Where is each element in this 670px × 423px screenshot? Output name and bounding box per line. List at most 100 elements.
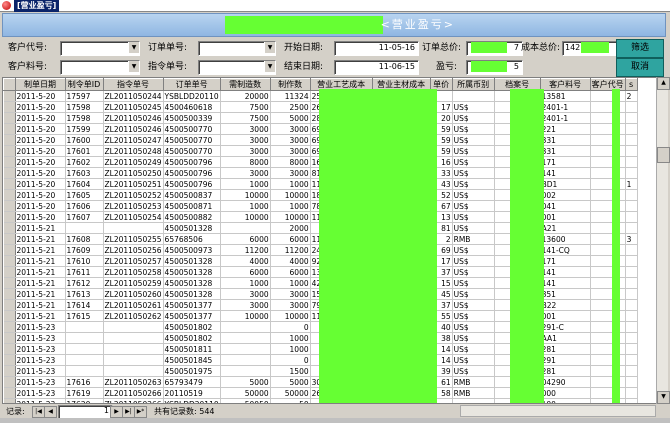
table-cell[interactable]: 4500501328	[163, 255, 221, 267]
table-cell[interactable]: US$	[452, 255, 495, 267]
table-cell[interactable]: US$	[452, 266, 495, 278]
table-cell[interactable]: 4500501377	[163, 299, 221, 311]
table-cell[interactable]	[625, 398, 638, 403]
table-cell[interactable]: ZL2011050255	[103, 233, 164, 245]
table-cell[interactable]: 17598	[65, 101, 104, 113]
table-cell[interactable]: 000	[540, 387, 591, 399]
table-cell[interactable]: 17613	[65, 288, 104, 300]
table-cell[interactable]: 331	[540, 134, 591, 146]
table-cell[interactable]: 8000	[220, 156, 271, 168]
table-cell[interactable]: RMB	[452, 233, 495, 245]
table-cell[interactable]	[625, 277, 638, 289]
table-cell[interactable]: 141	[540, 277, 591, 289]
table-cell[interactable]: 3000	[220, 299, 271, 311]
table-cell[interactable]: 3	[625, 233, 638, 245]
table-cell[interactable]: US$	[452, 145, 495, 157]
table-cell[interactable]: 1000	[220, 178, 271, 190]
table-cell[interactable]: 2000	[270, 222, 311, 234]
table-cell[interactable]: 1000	[220, 277, 271, 289]
table-cell[interactable]: 7500	[220, 101, 271, 113]
table-cell[interactable]: 2011-5-23	[15, 365, 66, 377]
table-cell[interactable]: 2011-5-20	[15, 101, 66, 113]
column-header[interactable]: 制作数	[269, 78, 311, 91]
table-cell[interactable]: 2011-5-21	[15, 277, 66, 289]
table-cell[interactable]: 2011-5-21	[15, 233, 66, 245]
row-selector[interactable]	[3, 145, 16, 157]
table-cell[interactable]: 6000	[220, 266, 271, 278]
table-cell[interactable]: 3000	[270, 299, 311, 311]
table-cell[interactable]: 291	[540, 354, 591, 366]
table-cell[interactable]: 4500500770	[163, 134, 221, 146]
table-cell[interactable]: YSBLDD20110	[163, 398, 221, 403]
column-header[interactable]: 客户料号	[539, 78, 591, 91]
table-cell[interactable]	[625, 222, 638, 234]
table-cell[interactable]: 20110519	[163, 387, 221, 399]
table-cell[interactable]: 17619	[65, 387, 104, 399]
table-cell[interactable]: 2011-5-20	[15, 112, 66, 124]
table-cell[interactable]: ZL2011050250	[103, 167, 164, 179]
table-cell[interactable]: 171	[540, 156, 591, 168]
table-cell[interactable]	[103, 321, 164, 333]
table-cell[interactable]: 4500460618	[163, 101, 221, 113]
table-cell[interactable]: US$	[452, 365, 495, 377]
table-cell[interactable]	[625, 387, 638, 399]
table-cell[interactable]: 4500500770	[163, 123, 221, 135]
table-cell[interactable]	[625, 321, 638, 333]
table-cell[interactable]: 17614	[65, 299, 104, 311]
table-cell[interactable]: US$	[452, 244, 495, 256]
table-cell[interactable]: 2011-5-20	[15, 211, 66, 223]
table-cell[interactable]: ZL2011050256	[103, 244, 164, 256]
table-cell[interactable]: 2011-5-20	[15, 145, 66, 157]
table-cell[interactable]: ZL2011050248	[103, 145, 164, 157]
table-cell[interactable]: ZL2011050253	[103, 200, 164, 212]
table-cell[interactable]: 17598	[65, 112, 104, 124]
row-selector[interactable]	[3, 156, 16, 168]
table-cell[interactable]: 1000	[270, 200, 311, 212]
table-cell[interactable]	[65, 222, 104, 234]
table-cell[interactable]: 17620	[65, 398, 104, 403]
table-cell[interactable]: 2011-5-21	[15, 244, 66, 256]
table-cell[interactable]: 4500501377	[163, 310, 221, 322]
table-cell[interactable]: 141	[540, 266, 591, 278]
table-cell[interactable]	[625, 189, 638, 201]
table-cell[interactable]: 17607	[65, 211, 104, 223]
table-cell[interactable]: ZL2011050260	[103, 288, 164, 300]
filter-button[interactable]: 筛选	[616, 39, 664, 58]
table-cell[interactable]: 100	[540, 398, 591, 403]
table-cell[interactable]: 17603	[65, 167, 104, 179]
row-selector[interactable]	[3, 343, 16, 355]
table-cell[interactable]: 17605	[65, 189, 104, 201]
row-selector[interactable]	[3, 365, 16, 377]
table-cell[interactable]: 8000	[270, 156, 311, 168]
table-cell[interactable]: 0	[270, 321, 311, 333]
table-cell[interactable]: 281	[540, 365, 591, 377]
chevron-down-icon[interactable]: ▼	[264, 42, 275, 53]
table-cell[interactable]: 1000	[270, 277, 311, 289]
table-cell[interactable]	[625, 266, 638, 278]
table-cell[interactable]	[103, 343, 164, 355]
table-cell[interactable]: ZL2011050258	[103, 266, 164, 278]
table-cell[interactable]	[625, 112, 638, 124]
table-cell[interactable]: 4500500339	[163, 112, 221, 124]
table-cell[interactable]: 2011-5-23	[15, 398, 66, 403]
table-cell[interactable]: 2011-5-23	[15, 321, 66, 333]
row-selector[interactable]	[3, 90, 16, 102]
table-cell[interactable]: US$	[452, 222, 495, 234]
table-cell[interactable]	[103, 332, 164, 344]
table-cell[interactable]: 4500501328	[163, 222, 221, 234]
column-header[interactable]: 指令单号	[102, 78, 164, 91]
table-cell[interactable]	[65, 343, 104, 355]
table-cell[interactable]	[220, 222, 271, 234]
horizontal-scrollbar[interactable]	[460, 405, 656, 417]
column-header[interactable]: 订单单号	[162, 78, 221, 91]
row-selector[interactable]	[3, 266, 16, 278]
table-cell[interactable]: US$	[452, 156, 495, 168]
table-cell[interactable]: 1	[625, 178, 638, 190]
table-cell[interactable]: US$	[452, 112, 495, 124]
profit-field[interactable]: 5	[466, 60, 523, 75]
table-cell[interactable]: 2011-5-23	[15, 343, 66, 355]
row-selector[interactable]	[3, 233, 16, 245]
table-cell[interactable]: 2011-5-21	[15, 222, 66, 234]
table-cell[interactable]	[625, 211, 638, 223]
table-cell[interactable]: 2011-5-23	[15, 376, 66, 388]
